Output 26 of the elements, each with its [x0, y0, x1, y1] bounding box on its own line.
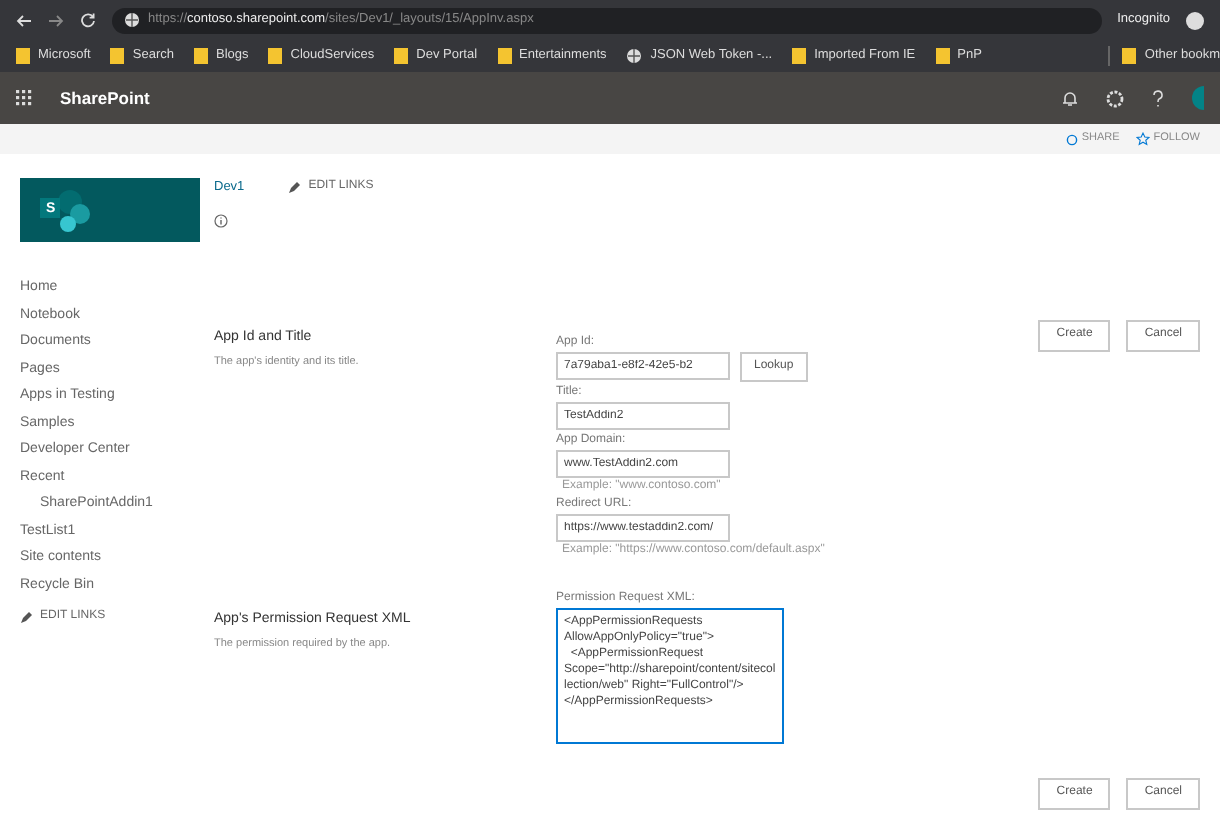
app-launcher-icon[interactable]	[16, 90, 32, 106]
folder-icon	[268, 48, 283, 64]
folder-icon	[16, 48, 30, 64]
help-icon[interactable]	[1152, 89, 1164, 107]
settings-icon[interactable]	[1106, 89, 1124, 107]
incognito-avatar-icon[interactable]	[1186, 11, 1204, 29]
folder-icon	[1122, 48, 1137, 64]
reload-icon[interactable]	[80, 12, 96, 28]
folder-icon	[497, 48, 512, 64]
folder-icon	[193, 48, 208, 64]
pencil-icon	[288, 181, 301, 194]
folder-icon	[394, 48, 409, 64]
bell-icon[interactable]	[1062, 89, 1078, 107]
suite-title[interactable]: SharePoint	[60, 85, 150, 111]
info-icon[interactable]	[214, 213, 228, 228]
globe-icon	[626, 48, 643, 64]
folder-icon	[792, 48, 807, 64]
share-icon	[1065, 133, 1078, 145]
star-icon	[1135, 132, 1150, 146]
globe-icon	[124, 12, 140, 28]
back-icon[interactable]	[16, 13, 32, 27]
pencil-icon	[20, 611, 32, 623]
logo-icon	[40, 188, 92, 232]
folder-icon	[935, 48, 950, 64]
forward-icon[interactable]	[48, 13, 64, 27]
folder-icon	[110, 48, 125, 64]
